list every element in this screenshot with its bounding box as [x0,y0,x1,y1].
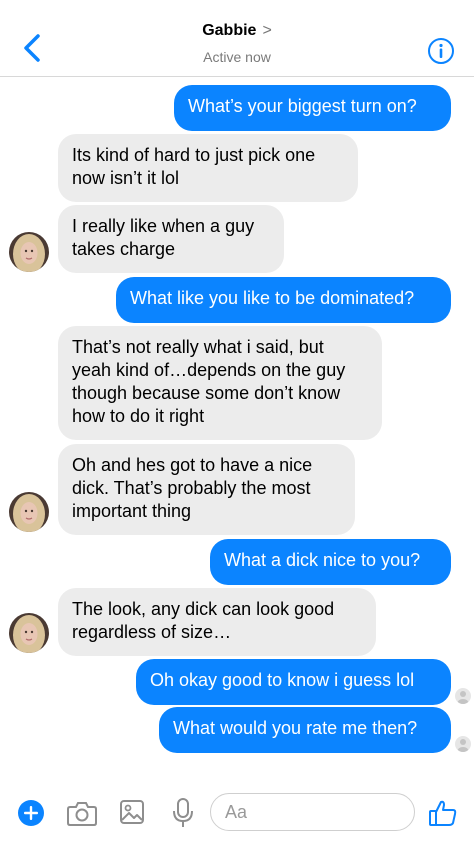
incoming-message[interactable]: The look, any dick can look good regardl… [58,588,376,656]
message-line: now isn’t it lol [72,168,180,188]
message-text: What would you rate me then? [173,718,418,738]
thumbs-up-icon[interactable] [428,798,458,828]
active-status: Active now [203,49,271,65]
incoming-message[interactable]: I really like when a guy takes charge [58,205,284,273]
message-line: The look, any dick can look good [72,599,335,619]
message-line: regardless of size… [72,622,232,642]
message-line: Its kind of hard to just pick one [72,145,316,165]
contact-name[interactable]: Gabbie [202,22,256,39]
message-text: Oh okay good to know i guess lol [150,670,415,690]
outgoing-message[interactable]: What would you rate me then? [159,707,451,753]
message-line: though because some don’t know [72,383,341,403]
message-text: What like you like to be dominated? [130,288,415,308]
message-input[interactable]: Aa [210,793,415,831]
info-icon[interactable] [427,37,455,65]
outgoing-message[interactable]: What like you like to be dominated? [116,277,451,323]
contact-avatar[interactable] [9,492,49,532]
chat-header: Gabbie > Active now [0,0,474,77]
message-line: how to do it right [72,406,205,426]
message-line: That’s not really what i said, but [72,337,324,357]
message-text: What a dick nice to you? [224,550,421,570]
photo-icon[interactable] [119,799,145,825]
outgoing-message[interactable]: What’s your biggest turn on? [174,85,451,131]
outgoing-message[interactable]: What a dick nice to you? [210,539,451,585]
outgoing-message[interactable]: Oh okay good to know i guess lol [136,659,451,705]
read-receipt-icon [455,736,471,752]
message-line: Oh and hes got to have a nice [72,455,313,475]
message-text: What’s your biggest turn on? [188,96,417,116]
contact-avatar[interactable] [9,613,49,653]
incoming-message[interactable]: Its kind of hard to just pick one now is… [58,134,358,202]
message-line: yeah kind of…depends on the guy [72,360,346,380]
contact-title[interactable]: Gabbie > [0,22,474,40]
message-line: I really like when a guy [72,216,255,236]
message-line: important thing [72,501,192,521]
microphone-icon[interactable] [172,797,194,829]
read-receipt-icon [455,688,471,704]
chevron-right-icon: > [262,22,272,39]
message-line: dick. That’s probably the most [72,478,311,498]
plus-icon[interactable] [17,799,45,827]
incoming-message[interactable]: That’s not really what i said, but yeah … [58,326,382,440]
contact-avatar[interactable] [9,232,49,272]
camera-icon[interactable] [66,799,98,827]
incoming-message[interactable]: Oh and hes got to have a nice dick. That… [58,444,355,535]
message-composer: Aa [0,790,474,842]
message-line: takes charge [72,239,176,259]
